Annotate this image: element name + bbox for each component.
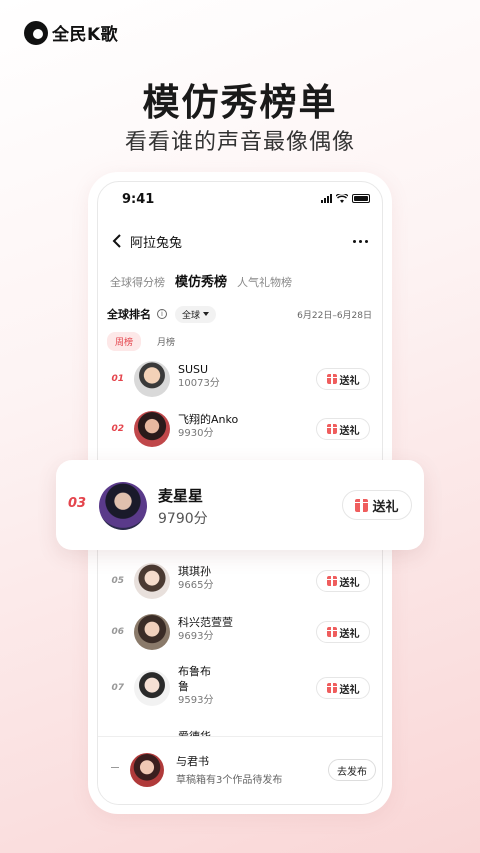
rank-number: 05: [111, 576, 124, 586]
info-icon[interactable]: i: [157, 309, 167, 319]
draft-bar: 与君书 草稿箱有3个作品待发布 去发布: [98, 736, 382, 804]
gift-label: 送礼: [339, 425, 360, 437]
rank-row[interactable]: 05 琪琪孙 9665分 送礼: [98, 558, 382, 604]
user-score: 9693分: [178, 631, 214, 642]
dash-icon: [111, 767, 119, 768]
user-info: SUSU 10073分: [178, 362, 220, 391]
gift-label: 送礼: [339, 628, 360, 640]
gift-label: 送礼: [372, 499, 399, 515]
user-name: SUSU: [178, 363, 209, 376]
brand-logo: 全民K歌: [24, 20, 118, 45]
battery-icon: [352, 194, 370, 203]
gift-button[interactable]: 送礼: [316, 570, 370, 592]
status-icons: [321, 194, 370, 203]
gift-icon: [326, 424, 337, 434]
nav-title: 阿拉兔兔: [130, 235, 183, 251]
rank-row[interactable]: 07 布鲁布 鲁 9593分 送礼: [98, 660, 382, 716]
avatar: [134, 563, 170, 599]
user-name: 飞翔的Anko: [178, 413, 239, 426]
status-bar: 9:41: [98, 182, 382, 216]
wifi-icon: [336, 194, 348, 203]
rank-number: 01: [111, 374, 124, 384]
tab-imitation-show[interactable]: 模仿秀榜: [175, 271, 227, 290]
user-info: 布鲁布 鲁 9593分: [178, 664, 213, 708]
gift-button[interactable]: 送礼: [316, 368, 370, 390]
gift-button[interactable]: 送礼: [342, 490, 412, 520]
user-name: 科兴范萱萱: [178, 616, 233, 629]
draft-user-name: 与君书: [176, 755, 209, 768]
tab-global-score[interactable]: 全球得分榜: [110, 274, 165, 290]
gift-icon: [326, 627, 337, 637]
gift-button[interactable]: 送礼: [316, 418, 370, 440]
avatar: [134, 614, 170, 650]
gift-button[interactable]: 送礼: [316, 621, 370, 643]
subhead: 看看谁的声音最像偶像: [124, 130, 355, 155]
user-info: 科兴范萱萱 9693分: [178, 615, 233, 644]
gift-label: 送礼: [339, 375, 360, 387]
rank-header: 全球排名 i 全球 6月22日–6月28日: [107, 304, 372, 324]
user-name-line1: 布鲁布: [178, 665, 211, 678]
brand-mark-icon: [24, 20, 48, 45]
gift-button[interactable]: 送礼: [316, 677, 370, 699]
back-icon[interactable]: [112, 233, 128, 249]
period-tabs: 周榜 月榜: [107, 332, 183, 351]
tab-gift-popularity[interactable]: 人气礼物榜: [237, 274, 292, 290]
rank-row[interactable]: 02 飞翔的Anko 9930分 送礼: [98, 406, 382, 452]
avatar: [99, 482, 147, 530]
highlight-rank-card[interactable]: 03 麦星星 9790分 送礼: [56, 460, 424, 550]
user-name: 琪琪孙: [178, 565, 211, 578]
brand-name: 全民K歌: [52, 25, 119, 45]
user-score: 10073分: [178, 378, 220, 389]
tab-monthly[interactable]: 月榜: [149, 332, 183, 351]
avatar: [134, 670, 170, 706]
rank-title: 全球排名: [107, 308, 151, 321]
ranking-tabs: 全球得分榜 模仿秀榜 人气礼物榜: [110, 271, 292, 290]
user-score: 9665分: [178, 580, 214, 591]
user-name-line2: 鲁: [178, 680, 189, 693]
rank-row[interactable]: 01 SUSU 10073分 送礼: [98, 356, 382, 402]
signal-icon: [321, 194, 332, 203]
avatar: [134, 411, 170, 447]
gift-label: 送礼: [339, 684, 360, 696]
gift-label: 送礼: [339, 577, 360, 589]
user-info: 琪琪孙 9665分: [178, 564, 213, 593]
rank-row[interactable]: 06 科兴范萱萱 9693分 送礼: [98, 609, 382, 655]
rank-number: 03: [68, 496, 87, 511]
rank-number: 02: [111, 424, 124, 434]
gift-icon: [326, 374, 337, 384]
user-name: 麦星星: [158, 487, 204, 505]
rank-number: 07: [111, 683, 124, 693]
user-score: 9790分: [158, 511, 208, 527]
user-info: 飞翔的Anko 9930分: [178, 412, 238, 441]
headline: 模仿秀榜单: [142, 81, 338, 124]
gift-icon: [326, 576, 337, 586]
status-time: 9:41: [122, 192, 155, 207]
gift-icon: [355, 498, 369, 512]
more-icon[interactable]: [353, 239, 368, 243]
nav-bar: 阿拉兔兔: [112, 230, 368, 252]
user-score: 9593分: [178, 695, 214, 706]
date-range: 6月22日–6月28日: [297, 310, 372, 321]
caret-down-icon: [203, 312, 210, 316]
rank-number: 06: [111, 627, 124, 637]
draft-subtitle: 草稿箱有3个作品待发布: [176, 775, 283, 786]
publish-button[interactable]: 去发布: [328, 759, 376, 781]
draft-avatar: [130, 753, 164, 787]
scope-dropdown[interactable]: 全球: [175, 305, 217, 323]
avatar: [134, 361, 170, 397]
user-score: 9930分: [178, 428, 214, 439]
gift-icon: [326, 683, 337, 693]
tab-weekly[interactable]: 周榜: [107, 332, 142, 351]
scope-value: 全球: [182, 310, 201, 321]
